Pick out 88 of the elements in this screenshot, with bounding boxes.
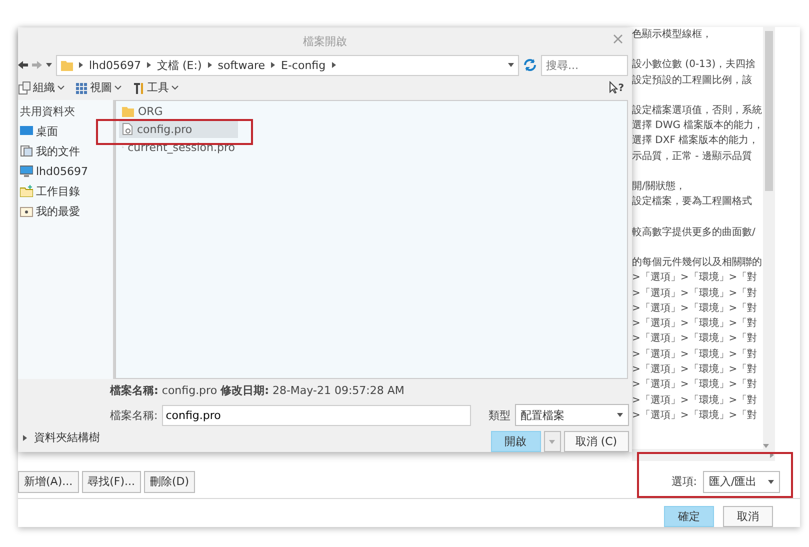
sidebar-item[interactable]: 工作目錄 [20, 184, 111, 199]
scrollbar[interactable] [763, 27, 775, 450]
description-line: 的每個元件幾何以及相關聯的 [632, 256, 763, 270]
caret-icon [768, 478, 774, 485]
history-caret-icon [46, 62, 52, 68]
cancel-button[interactable]: 取消 [723, 506, 773, 527]
folder-tree-toggle[interactable]: 資料夾結構樹 [22, 430, 100, 445]
breadcrumb-arrow-icon [330, 62, 337, 68]
file-type-label: 類型 [488, 408, 511, 422]
sidebar-header: 共用資料夾 [20, 104, 76, 119]
tools-icon [132, 80, 145, 95]
toolbar-menu[interactable]: 工具 [132, 80, 179, 96]
breadcrumb-arrow-icon [78, 62, 84, 68]
description-line: 選擇 DXF 檔案版本的能力， [632, 134, 760, 148]
sidebar-item[interactable]: 我的最愛 [20, 204, 111, 219]
grid-icon [75, 80, 88, 95]
breadcrumb-item[interactable]: software [218, 58, 266, 72]
description-line: 設定檔案，要為工程圖格式 [632, 194, 753, 210]
help-button[interactable]: ? [609, 81, 624, 94]
close-button[interactable] [612, 33, 624, 45]
cancel-button[interactable]: 取消 (C) [564, 431, 629, 452]
chevron-icon [171, 84, 179, 91]
back-icon[interactable] [18, 60, 28, 70]
sidebar-item[interactable]: 我的文件 [20, 144, 111, 159]
description-line: >「選項」>「環境」>「對 [632, 270, 758, 286]
options-dropdown[interactable]: 匯入/匯出 [703, 470, 780, 493]
folder-icon [122, 106, 134, 117]
file-type-dropdown[interactable]: 配置檔案 [514, 404, 629, 426]
folder-icon [61, 60, 73, 71]
options-label: 選項: [671, 474, 697, 490]
description-line: 色顯示模型線框， [632, 28, 713, 42]
description-line: >「選項」>「環境」>「對 [632, 302, 758, 316]
sidebar-item[interactable]: 桌面 [20, 124, 111, 139]
expand-arrow-icon [22, 434, 28, 440]
description-line: 開/關狀態， [632, 180, 686, 194]
breadcrumb-arrow-icon [206, 62, 213, 68]
description-line: >「選項」>「環境」>「對 [632, 332, 758, 346]
description-line: 示品質，正常 - 邊顯示品質 [632, 150, 753, 164]
scroll-down-icon [763, 443, 769, 450]
breadcrumb-arrow-icon [270, 62, 276, 68]
file-item[interactable]: config.pro [119, 120, 238, 138]
description-line: >「選項」>「環境」>「對 [632, 378, 758, 392]
ok-button[interactable]: 確定 [664, 506, 714, 527]
file-info: 檔案名稱: config.pro 修改日期: 28-May-21 09:57:28 AM [110, 383, 406, 397]
description-line: 設定預設的工程圖比例，該 [632, 74, 753, 88]
file-name-field[interactable]: config.pro [162, 404, 471, 426]
refresh-icon[interactable] [523, 58, 537, 72]
open-options-button[interactable] [544, 431, 561, 452]
description-line: >「選項」>「環境」>「對 [632, 348, 758, 362]
breadcrumb-item[interactable]: lhd05697 [89, 58, 142, 72]
address-bar[interactable]: lhd05697 文檔 (E:) software E-config [56, 54, 519, 76]
breadcrumb-arrow-icon [146, 62, 152, 68]
favorites-icon [20, 205, 33, 218]
description-line: >「選項」>「環境」>「對 [632, 362, 758, 378]
description-line: 設定檔案選項值，否則，系統 [632, 104, 763, 118]
desktop-icon [20, 125, 33, 138]
breadcrumb-item[interactable]: E-config [281, 58, 326, 72]
chevron-icon [114, 84, 122, 91]
list-button[interactable]: 新增(A)... [18, 470, 79, 493]
description-line: >「選項」>「環境」>「對 [632, 316, 758, 332]
open-button[interactable]: 開啟 [490, 431, 541, 452]
document-icon [122, 123, 133, 136]
dialog-title: 檔案開啟 [303, 34, 347, 49]
sidebar-item[interactable]: lhd05697 [20, 164, 111, 179]
list-button[interactable]: 刪除(D) [144, 470, 196, 493]
toolbar-menu[interactable]: 組織 [18, 80, 65, 96]
description-line: >「選項」>「環境」>「對 [632, 408, 758, 423]
toolbar-menu[interactable]: 視圖 [75, 80, 122, 96]
description-line: >「選項」>「環境」>「對 [632, 286, 758, 301]
description-line: 較高數字提供更多的曲面數/ [632, 226, 756, 240]
description-line: >「選項」>「環境」>「對 [632, 394, 758, 408]
caret-icon [616, 412, 623, 418]
caret-icon [508, 62, 514, 68]
file-item[interactable]: ORG [119, 102, 238, 120]
chevron-icon [57, 84, 65, 91]
folder-icon [20, 185, 33, 198]
description-line: 選擇 DWG 檔案版本的能力， [632, 118, 763, 134]
forward-icon[interactable] [32, 60, 42, 70]
monitor-icon [20, 165, 33, 178]
description-line: 設小數位數 (0-13)，夫四捨 [632, 58, 757, 72]
search-field[interactable]: 搜尋... [541, 54, 628, 76]
cursor-icon [609, 81, 618, 94]
file-item[interactable]: current_session.pro [119, 138, 238, 156]
list-button[interactable]: 尋找(F)... [82, 470, 142, 493]
caret-icon [549, 438, 556, 444]
breadcrumb-item[interactable]: 文檔 (E:) [157, 58, 202, 73]
scroll-right-icon [769, 452, 775, 458]
file-name-label: 檔案名稱: [110, 408, 158, 422]
